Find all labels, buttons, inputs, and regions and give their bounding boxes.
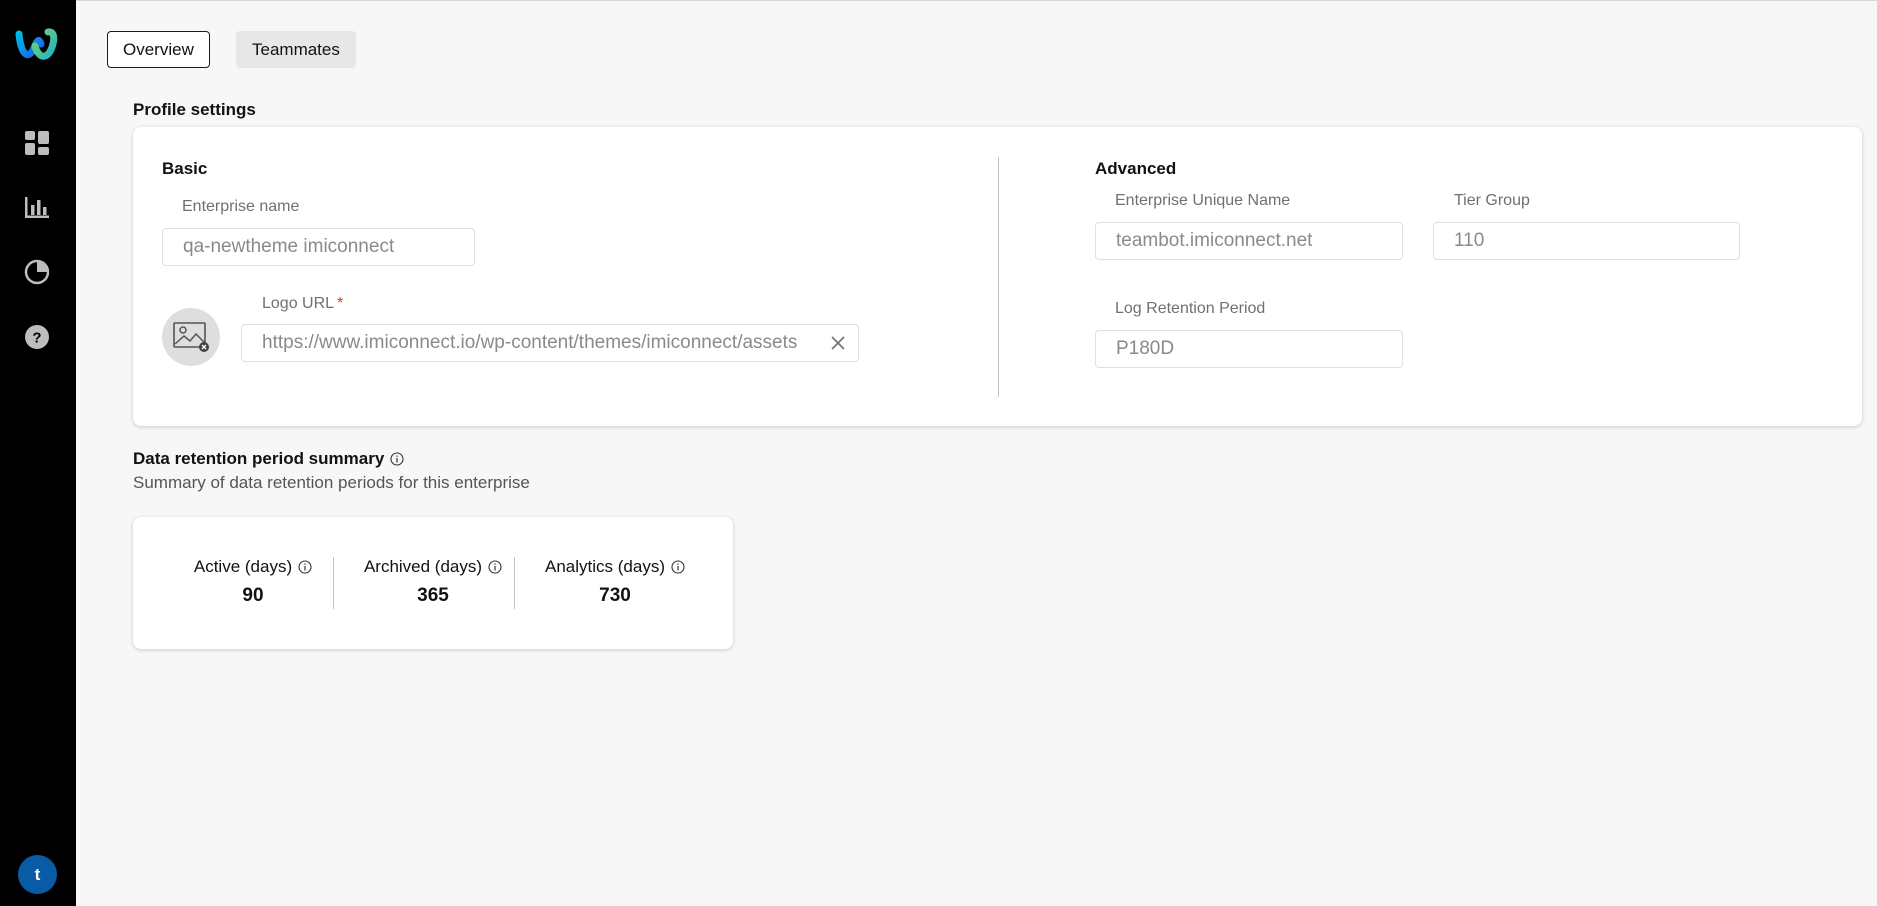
stat-analytics-label: Analytics (days) <box>545 557 665 576</box>
info-icon[interactable] <box>390 452 404 466</box>
pie-chart-icon[interactable] <box>24 259 50 285</box>
user-avatar[interactable]: t <box>18 855 57 894</box>
stat-divider <box>333 557 334 609</box>
sidebar: ? t <box>0 0 76 906</box>
retention-summary-header: Data retention period summary <box>133 449 404 469</box>
retention-summary-subtitle: Summary of data retention periods for th… <box>133 473 530 492</box>
tab-overview[interactable]: Overview <box>107 31 210 68</box>
log-retention-period-value: P180D <box>1116 338 1175 359</box>
tier-group-value: 110 <box>1454 230 1485 251</box>
stat-active-label-row: Active (days) <box>189 557 317 577</box>
enterprise-unique-name-label: Enterprise Unique Name <box>1115 192 1291 209</box>
retention-summary-card: Active (days) 90 Archived (days) 365 Ana… <box>133 517 733 649</box>
tier-group-field[interactable]: 110 <box>1433 222 1740 260</box>
main-content: Overview Teammates Profile settings Basi… <box>76 0 1877 906</box>
logo-url-field[interactable]: https://www.imiconnect.io/wp-content/the… <box>241 324 859 362</box>
bar-chart-icon[interactable] <box>24 194 50 220</box>
log-retention-period-field[interactable]: P180D <box>1095 330 1403 368</box>
logo-url-label: Logo URL * <box>262 295 343 313</box>
stat-archived: Archived (days) 365 <box>358 557 508 607</box>
basic-section-title: Basic <box>162 159 208 178</box>
svg-text:?: ? <box>32 330 41 347</box>
stat-active-value: 90 <box>242 585 264 606</box>
stat-active: Active (days) 90 <box>189 557 317 607</box>
tab-teammates[interactable]: Teammates <box>236 31 356 68</box>
clear-icon[interactable] <box>830 335 846 351</box>
stat-analytics-value: 730 <box>599 585 631 606</box>
help-icon[interactable]: ? <box>24 324 50 350</box>
enterprise-unique-name-value: teambot.imiconnect.net <box>1116 230 1313 251</box>
stat-archived-label-row: Archived (days) <box>358 557 508 577</box>
dashboard-grid-icon[interactable] <box>24 130 50 156</box>
stat-archived-value: 365 <box>417 585 449 606</box>
stat-analytics: Analytics (days) 730 <box>530 557 700 607</box>
retention-summary-title: Data retention period summary <box>133 449 385 468</box>
enterprise-name-label: Enterprise name <box>182 198 300 215</box>
enterprise-name-value: qa-newtheme imiconnect <box>183 236 395 257</box>
info-icon[interactable] <box>488 560 502 574</box>
image-placeholder-icon <box>173 322 209 352</box>
stat-active-label: Active (days) <box>193 557 293 576</box>
logo-url-label-text: Logo URL <box>262 295 335 312</box>
stat-divider <box>514 557 515 609</box>
section-divider <box>998 157 999 397</box>
webex-logo-icon[interactable] <box>15 26 59 62</box>
required-asterisk: * <box>337 295 344 312</box>
stat-analytics-label-row: Analytics (days) <box>530 557 700 577</box>
info-icon[interactable] <box>671 560 685 574</box>
enterprise-unique-name-field[interactable]: teambot.imiconnect.net <box>1095 222 1403 260</box>
info-icon[interactable] <box>298 560 312 574</box>
logo-url-value: https://www.imiconnect.io/wp-content/the… <box>262 332 798 353</box>
log-retention-period-label: Log Retention Period <box>1115 300 1266 317</box>
profile-settings-title: Profile settings <box>133 100 256 119</box>
logo-preview <box>162 308 220 366</box>
enterprise-name-field[interactable]: qa-newtheme imiconnect <box>162 228 475 266</box>
profile-settings-card: Basic Enterprise name qa-newtheme imicon… <box>133 127 1862 426</box>
advanced-section-title: Advanced <box>1095 159 1177 178</box>
stat-archived-label: Archived (days) <box>363 557 483 576</box>
tier-group-label: Tier Group <box>1454 192 1530 209</box>
